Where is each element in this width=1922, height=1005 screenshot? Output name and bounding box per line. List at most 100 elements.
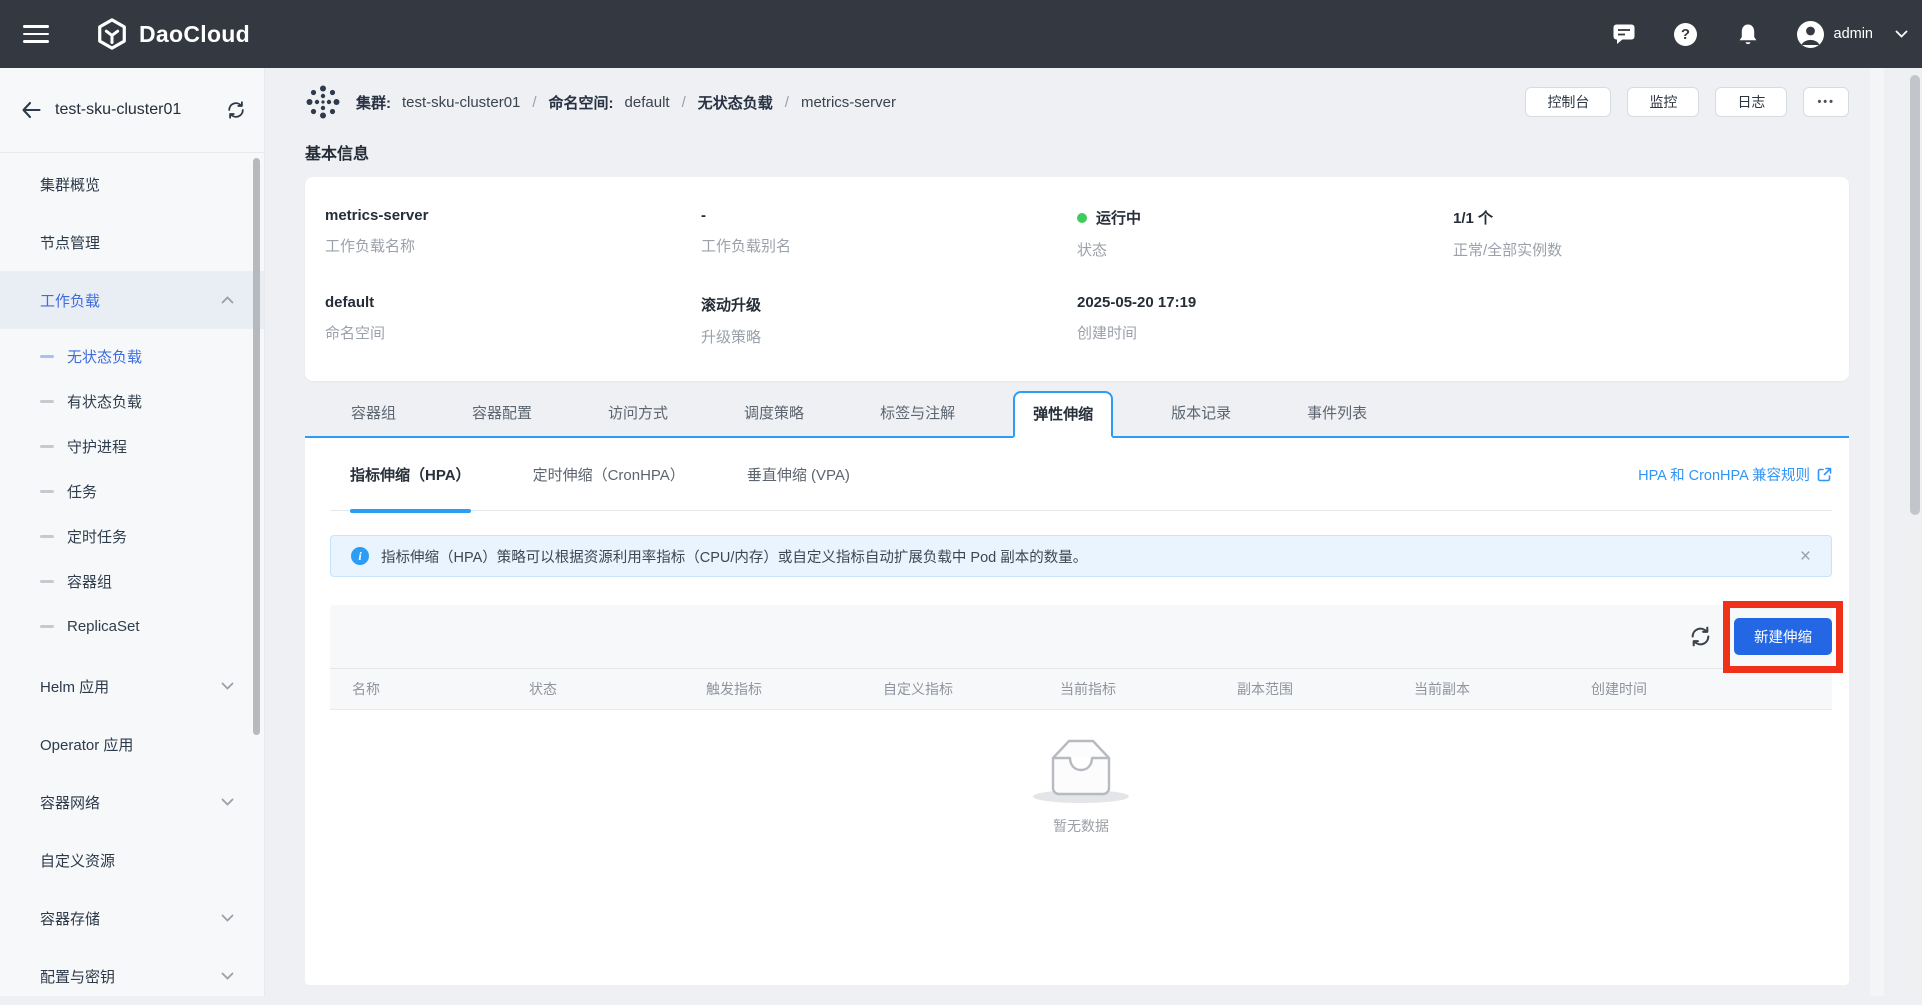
- chevron-down-icon: [221, 914, 234, 922]
- sidebar-item-custom-resources[interactable]: 自定义资源: [0, 831, 264, 889]
- field-label: 创建时间: [1077, 322, 1453, 343]
- create-scaling-button[interactable]: 新建伸缩: [1734, 618, 1832, 655]
- sidebar-item-config-secrets[interactable]: 配置与密钥: [0, 947, 264, 1005]
- sidebar-item-container-storage[interactable]: 容器存储: [0, 889, 264, 947]
- field-label: 命名空间: [325, 322, 701, 343]
- daocloud-logo-icon: [95, 17, 129, 51]
- subtab-hpa[interactable]: 指标伸缩（HPA）: [350, 438, 471, 511]
- sidebar: test-sku-cluster01 集群概览 节点管理 工作负载 无状态负载 …: [0, 68, 265, 996]
- breadcrumb-separator: /: [531, 94, 537, 111]
- tab-access-method[interactable]: 访问方式: [590, 391, 686, 436]
- sidebar-item-statefulsets[interactable]: 有状态负载: [0, 379, 264, 424]
- auto-scaling-panel: 指标伸缩（HPA） 定时伸缩（CronHPA） 垂直伸缩 (VPA) HPA 和…: [305, 438, 1849, 985]
- col-trigger-metric: 触发指标: [706, 679, 883, 699]
- window-scrollbar-thumb[interactable]: [1910, 75, 1920, 515]
- sidebar-subitem-label: 容器组: [67, 571, 112, 592]
- avatar: [1797, 21, 1824, 48]
- subtab-cronhpa[interactable]: 定时伸缩（CronHPA）: [533, 438, 685, 511]
- field-label: 正常/全部实例数: [1453, 239, 1829, 260]
- sidebar-item-helm-apps[interactable]: Helm 应用: [0, 657, 264, 715]
- logs-button[interactable]: 日志: [1715, 87, 1787, 117]
- sidebar-item-cronjobs[interactable]: 定时任务: [0, 514, 264, 559]
- back-arrow-icon[interactable]: [20, 100, 42, 120]
- breadcrumb-workload-type[interactable]: 无状态负载: [698, 92, 773, 113]
- sidebar-header: test-sku-cluster01: [0, 68, 264, 153]
- empty-state: 暂无数据: [330, 736, 1832, 836]
- field-instances: 1/1 个 正常/全部实例数: [1453, 207, 1829, 260]
- col-created-at: 创建时间: [1591, 679, 1832, 699]
- sidebar-subitem-label: 定时任务: [67, 526, 127, 547]
- col-current-replicas: 当前副本: [1414, 679, 1591, 699]
- sidebar-item-node-management[interactable]: 节点管理: [0, 213, 264, 271]
- refresh-icon[interactable]: [1688, 625, 1712, 649]
- sidebar-item-label: 节点管理: [40, 232, 100, 253]
- sidebar-item-jobs[interactable]: 任务: [0, 469, 264, 514]
- hamburger-menu-icon[interactable]: [23, 20, 49, 48]
- hpa-cronhpa-compat-link[interactable]: HPA 和 CronHPA 兼容规则: [1638, 464, 1832, 485]
- scaling-subtabs: 指标伸缩（HPA） 定时伸缩（CronHPA） 垂直伸缩 (VPA) HPA 和…: [330, 438, 1832, 511]
- breadcrumb-namespace-value[interactable]: default: [625, 94, 670, 111]
- sidebar-subitem-label: 有状态负载: [67, 391, 142, 412]
- tab-auto-scaling[interactable]: 弹性伸缩: [1013, 391, 1113, 438]
- sidebar-scrollbar-thumb[interactable]: [253, 158, 260, 735]
- content-scrollbar-track[interactable]: [1870, 68, 1884, 996]
- tab-version-history[interactable]: 版本记录: [1153, 391, 1249, 436]
- sidebar-item-label: 容器网络: [40, 792, 100, 813]
- console-button[interactable]: 控制台: [1525, 87, 1611, 117]
- sidebar-item-label: 自定义资源: [40, 850, 115, 871]
- field-label: 工作负载别名: [701, 235, 1077, 256]
- chevron-down-icon: [221, 682, 234, 690]
- field-value: 2025-05-20 17:19: [1077, 294, 1453, 311]
- help-icon[interactable]: ?: [1673, 21, 1699, 47]
- sidebar-subitem-label: 守护进程: [67, 436, 127, 457]
- basic-info-card: metrics-server 工作负载名称 - 工作负载别名 运行中 状态 1/…: [305, 177, 1849, 381]
- col-status: 状态: [529, 679, 706, 699]
- sidebar-item-cluster-overview[interactable]: 集群概览: [0, 155, 264, 213]
- tab-event-list[interactable]: 事件列表: [1289, 391, 1385, 436]
- tab-container-config[interactable]: 容器配置: [454, 391, 550, 436]
- banner-close-icon[interactable]: ×: [1800, 547, 1811, 566]
- feedback-chat-icon[interactable]: [1611, 21, 1637, 47]
- switch-cluster-icon[interactable]: [226, 100, 246, 120]
- detail-tabs: 容器组 容器配置 访问方式 调度策略 标签与注解 弹性伸缩 版本记录 事件列表: [305, 391, 1849, 438]
- breadcrumb-workload-name: metrics-server: [801, 94, 896, 111]
- username: admin: [1834, 26, 1874, 42]
- sidebar-item-daemonsets[interactable]: 守护进程: [0, 424, 264, 469]
- sidebar-item-workloads[interactable]: 工作负载: [0, 271, 264, 329]
- sidebar-item-deployments[interactable]: 无状态负载: [0, 334, 264, 379]
- field-value: default: [325, 294, 701, 311]
- sidebar-item-pods[interactable]: 容器组: [0, 559, 264, 604]
- more-actions-button[interactable]: •••: [1803, 87, 1849, 117]
- breadcrumb-separator: /: [681, 94, 687, 111]
- breadcrumb-cluster-label: 集群:: [356, 92, 391, 113]
- info-icon: i: [351, 547, 369, 565]
- chevron-down-icon: [221, 798, 234, 806]
- sidebar-item-label: Operator 应用: [40, 734, 133, 755]
- window-scrollbar[interactable]: [1908, 68, 1922, 996]
- tab-labels-annotations[interactable]: 标签与注解: [862, 391, 973, 436]
- compat-link-label: HPA 和 CronHPA 兼容规则: [1638, 464, 1810, 485]
- sidebar-subitem-label: ReplicaSet: [67, 618, 140, 635]
- monitor-button[interactable]: 监控: [1627, 87, 1699, 117]
- tab-pods[interactable]: 容器组: [333, 391, 414, 436]
- sidebar-menu: 集群概览 节点管理 工作负载 无状态负载 有状态负载 守护进程 任务 定时任务 …: [0, 153, 264, 1005]
- brand-logo: DaoCloud: [95, 17, 250, 51]
- tab-scheduling-policy[interactable]: 调度策略: [726, 391, 822, 436]
- external-link-icon: [1817, 467, 1832, 482]
- field-status: 运行中 状态: [1077, 207, 1453, 260]
- sidebar-item-replicaset[interactable]: ReplicaSet: [0, 604, 264, 649]
- status-badge: 运行中: [1096, 207, 1141, 228]
- notification-bell-icon[interactable]: [1735, 21, 1761, 47]
- sidebar-item-operator-apps[interactable]: Operator 应用: [0, 715, 264, 773]
- sidebar-item-container-network[interactable]: 容器网络: [0, 773, 264, 831]
- breadcrumb-cluster-value[interactable]: test-sku-cluster01: [402, 94, 520, 111]
- sidebar-item-label: Helm 应用: [40, 676, 109, 697]
- user-menu[interactable]: admin: [1797, 21, 1909, 48]
- sidebar-subitem-label: 任务: [67, 481, 97, 502]
- empty-state-text: 暂无数据: [1053, 816, 1109, 836]
- field-value: metrics-server: [325, 207, 701, 224]
- sidebar-subitem-label: 无状态负载: [67, 346, 142, 367]
- subtab-vpa[interactable]: 垂直伸缩 (VPA): [747, 438, 850, 511]
- page-actions: 控制台 监控 日志 •••: [1525, 87, 1849, 117]
- status-running-dot: [1077, 213, 1087, 223]
